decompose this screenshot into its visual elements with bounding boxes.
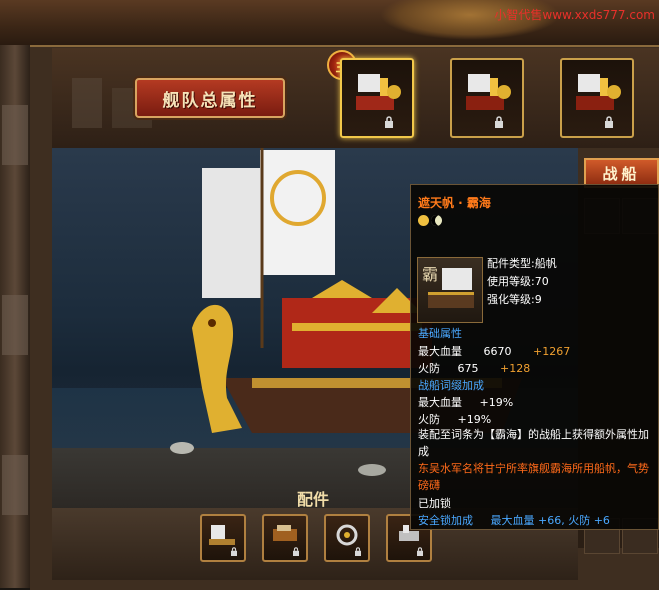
lock-icon [417,547,423,556]
background-building [2,295,28,355]
affix-name: 最大血量 [418,396,462,409]
stat-value: 6670 [483,345,512,358]
left-background [0,45,30,588]
lock-icon [385,116,393,128]
stat-name: 火防 [418,362,440,375]
lock-bonus-value: 最大血量 +66, 火防 +6 [490,514,610,527]
tooltip-enhance-level: 强化等级:9 [487,293,542,306]
lock-icon [355,547,361,556]
part-slot-3[interactable] [324,514,370,562]
moon-icon [431,215,442,226]
warship-icon [356,74,401,110]
background-building [2,105,28,165]
background-building [2,455,28,515]
ship-slot-1[interactable] [340,58,414,138]
lock-icon [495,116,503,128]
tooltip-affix-section: 战船词缀加成 [418,379,484,392]
tooltip-title: 遮天帆 · 霸海 [418,196,491,210]
tooltip-lock-bonus: 安全锁加成 最大血量 +66, 火防 +6 [418,512,610,528]
tooltip-base-section: 基础属性 [418,327,462,340]
stat-name: 最大血量 [418,345,462,358]
affix-name: 火防 [418,413,440,426]
stat-bonus: +128 [500,362,531,375]
sail-part-icon: 霸 [422,265,474,308]
smile-icon [418,215,429,226]
stat-value: 675 [457,362,479,375]
lock-icon [231,547,237,556]
lock-icon [293,547,299,556]
tooltip-status-icons [418,215,442,226]
tooltip-stat-row: 火防 675 +128 [418,360,530,376]
tooltip-item-icon: 霸 [417,257,483,323]
ship-part-icon [336,524,358,546]
item-icon-label: 霸 [422,265,438,284]
tooltip-affix-row: 最大血量 +19% [418,394,513,410]
tooltip-lock-status: 已加锁 [418,497,451,510]
affix-value: +19% [479,396,514,409]
ship-slot-2[interactable] [450,58,524,138]
affix-value: +19% [457,413,492,426]
watermark-text: 小智代售www.xxds777.com [494,8,655,22]
lock-icon [605,116,613,128]
tooltip-use-level: 使用等级:70 [487,275,549,288]
part-slot-1[interactable] [200,514,246,562]
tooltip-part-type: 配件类型:船帆 [487,257,557,270]
tooltip-stat-row: 最大血量 6670 +1267 [418,343,570,359]
fleet-total-attributes-button[interactable]: 舰队总属性 [135,78,285,118]
warship-icon [576,74,621,110]
part-slot-2[interactable] [262,514,308,562]
ship-slot-3[interactable] [560,58,634,138]
ship-part-icon [209,525,235,545]
warship-icon [466,74,511,110]
tooltip-set-text: 装配至词条为【霸海】的战船上获得额外属性加成 [418,428,649,458]
tooltip-affix-row: 火防 +19% [418,411,491,427]
parts-title: 配件 [297,490,330,509]
ship-part-icon [273,525,297,541]
lock-bonus-label: 安全锁加成 [418,514,473,527]
item-tooltip: 遮天帆 · 霸海 霸 配件类型:船帆 使用等级:70 强化等级:9 基础属性 最… [410,184,659,530]
stat-bonus: +1267 [533,345,571,358]
tooltip-lore: 东吴水军名将甘宁所率旗舰霸海所用船帆，气势磅礴 [418,462,649,492]
